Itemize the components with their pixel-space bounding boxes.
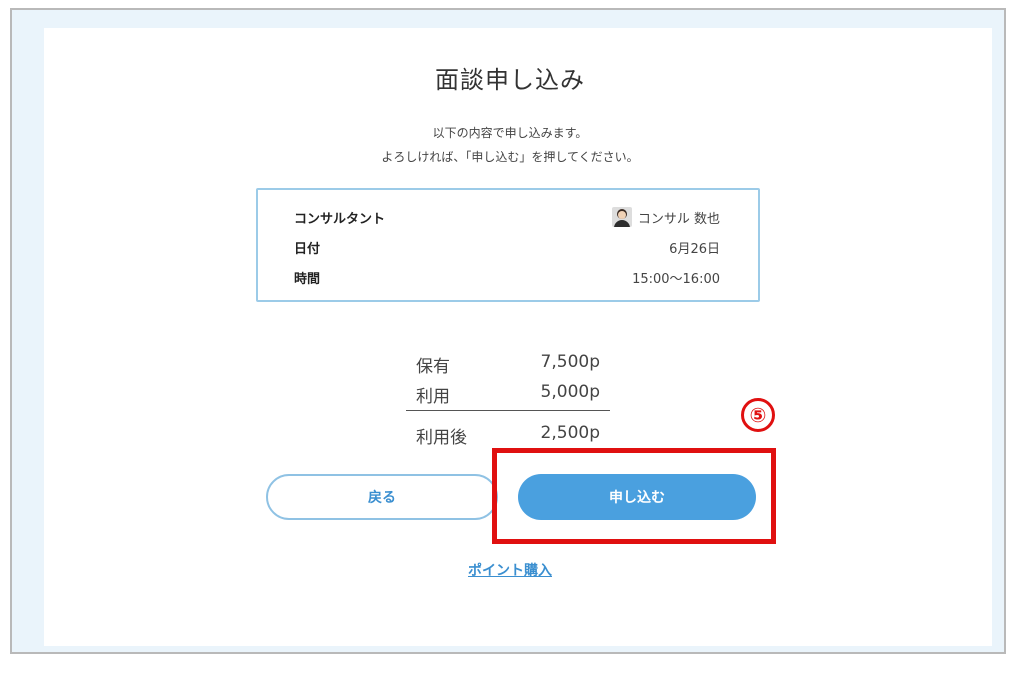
consultant-name: コンサル 数也 <box>637 211 720 227</box>
time-row: 時間 15:00〜16:00 <box>294 266 720 288</box>
time-label: 時間 <box>294 271 321 287</box>
consultant-label: コンサルタント <box>294 211 386 227</box>
points-held-label: 保有 <box>416 357 450 377</box>
date-label: 日付 <box>294 241 321 257</box>
points-divider <box>406 410 610 411</box>
date-value: 6月26日 <box>669 241 720 257</box>
main-panel <box>44 28 992 646</box>
window-frame <box>10 8 1006 654</box>
points-held-value: 7,500p <box>540 352 600 372</box>
points-use-label: 利用 <box>416 387 450 407</box>
points-use-value: 5,000p <box>540 382 600 402</box>
point-purchase-link[interactable]: ポイント購入 <box>0 560 1020 580</box>
page-title: 面談申し込み <box>435 66 585 94</box>
points-after-value: 2,500p <box>540 423 600 443</box>
time-value: 15:00〜16:00 <box>632 271 720 287</box>
instruction-line-2: よろしければ、「申し込む」を押してください。 <box>381 150 639 164</box>
avatar <box>611 207 632 227</box>
consultant-row: コンサルタント コンサル 数也 <box>294 206 720 228</box>
back-button[interactable]: 戻る <box>266 474 498 520</box>
date-row: 日付 6月26日 <box>294 236 720 258</box>
booking-details-card: コンサルタント コンサル 数也 日付 6月26日 時間 15:00〜16:00 <box>256 188 760 302</box>
step-number-badge: ⑤ <box>741 398 775 432</box>
points-after-label: 利用後 <box>416 428 467 448</box>
instruction-line-1: 以下の内容で申し込みます。 <box>432 126 588 140</box>
apply-button[interactable]: 申し込む <box>518 474 756 520</box>
